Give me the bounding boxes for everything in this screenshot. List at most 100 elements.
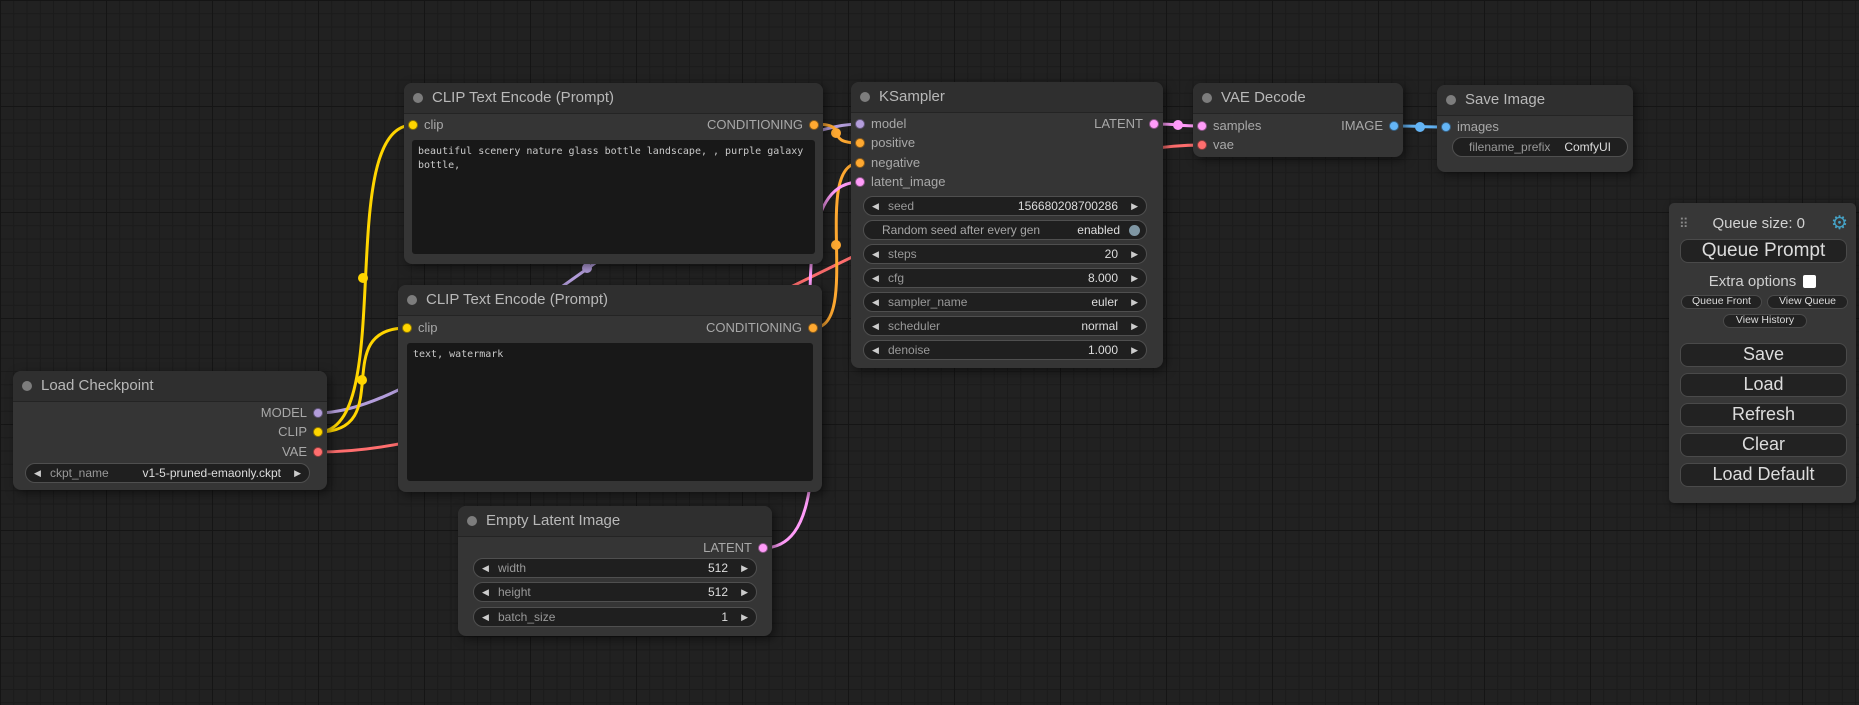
samples-input-slot[interactable] [1197,121,1207,131]
collapse-dot-icon[interactable] [22,381,32,391]
LATENT-output-slot[interactable] [1149,119,1159,129]
VAE-output-label: VAE [282,444,307,460]
decrement-arrow[interactable]: ◀ [482,559,489,577]
decrement-arrow[interactable]: ◀ [482,608,489,626]
increment-arrow[interactable]: ▶ [1131,269,1138,287]
negative-input-slot[interactable] [855,158,865,168]
increment-arrow[interactable]: ▶ [1131,341,1138,359]
node-vae-decode[interactable]: VAE DecodesamplesvaeIMAGE [1193,83,1403,157]
clear-button[interactable]: Clear [1680,433,1847,457]
increment-arrow[interactable]: ▶ [1131,293,1138,311]
node-title-bar[interactable]: CLIP Text Encode (Prompt) [404,83,823,114]
extra-options-checkbox[interactable] [1803,275,1816,288]
images-input-slot[interactable] [1441,122,1451,132]
toggle-knob[interactable] [1129,225,1140,236]
collapse-dot-icon[interactable] [407,295,417,305]
node-clip-text-encode-negative[interactable]: CLIP Text Encode (Prompt)clipCONDITIONIN… [398,285,822,492]
queue-prompt-button[interactable]: Queue Prompt [1680,239,1847,263]
LATENT-output-slot[interactable] [758,543,768,553]
model-input-slot[interactable] [855,119,865,129]
clip-input-slot[interactable] [408,120,418,130]
decrement-arrow[interactable]: ◀ [872,245,879,263]
widget-value: enabled [1077,221,1120,239]
increment-arrow[interactable]: ▶ [741,608,748,626]
queue-front-button[interactable]: Queue Front [1681,295,1762,309]
widget-seed[interactable]: ◀▶seed156680208700286 [863,196,1147,216]
MODEL-output-slot[interactable] [313,408,323,418]
node-title-bar[interactable]: Empty Latent Image [458,506,772,537]
node-title-bar[interactable]: VAE Decode [1193,83,1403,114]
node-title-bar[interactable]: CLIP Text Encode (Prompt) [398,285,822,316]
decrement-arrow[interactable]: ◀ [872,341,879,359]
node-clip-text-encode-positive[interactable]: CLIP Text Encode (Prompt)clipCONDITIONIN… [404,83,823,264]
prompt-textarea[interactable]: text, watermark [407,343,813,481]
increment-arrow[interactable]: ▶ [1131,317,1138,335]
VAE-output-slot[interactable] [313,447,323,457]
clip-input-label: clip [424,117,444,133]
CONDITIONING-output-slot[interactable] [809,120,819,130]
widget-filename-prefix[interactable]: filename_prefixComfyUI [1452,137,1628,157]
link-dot-conditioning-to-positive [831,128,841,138]
IMAGE-output-slot[interactable] [1389,121,1399,131]
view-queue-button[interactable]: View Queue [1767,295,1848,309]
samples-input-label: samples [1213,118,1261,134]
decrement-arrow[interactable]: ◀ [872,269,879,287]
collapse-dot-icon[interactable] [860,92,870,102]
node-title-bar[interactable]: Save Image [1437,85,1633,116]
widget-label: ckpt_name [50,464,109,482]
widget-scheduler[interactable]: ◀▶schedulernormal [863,316,1147,336]
link-dot-clip-to-positive-prompt [358,273,368,283]
increment-arrow[interactable]: ▶ [741,559,748,577]
decrement-arrow[interactable]: ◀ [872,293,879,311]
drag-handle-icon[interactable]: ⠿ [1679,217,1687,230]
node-ksampler[interactable]: KSamplermodelpositivenegativelatent_imag… [851,82,1163,368]
widget-label: Random seed after every gen [882,221,1040,239]
node-save-image[interactable]: Save Imageimagesfilename_prefixComfyUI [1437,85,1633,172]
widget-value: 1 [721,608,728,626]
node-title-bar[interactable]: Load Checkpoint [13,371,327,402]
positive-input-slot[interactable] [855,138,865,148]
settings-gear-icon[interactable]: ⚙ [1831,214,1848,233]
widget-width[interactable]: ◀▶width512 [473,558,757,578]
widget-batch-size[interactable]: ◀ ▶ batch_size 1 [473,607,757,627]
CLIP-output-slot[interactable] [313,427,323,437]
widget-label: batch_size [498,608,555,626]
collapse-dot-icon[interactable] [1202,93,1212,103]
save-button[interactable]: Save [1680,343,1847,367]
load-default-button[interactable]: Load Default [1680,463,1847,487]
widget-ckpt-name[interactable]: ◀▶ckpt_namev1-5-pruned-emaonly.ckpt [25,463,310,483]
widget-height[interactable]: ◀▶height512 [473,582,757,602]
node-title-label: KSampler [879,82,945,112]
node-canvas[interactable]: ⠿ Queue size: 0 ⚙ Queue Prompt Extra opt… [0,0,1859,705]
increment-arrow[interactable]: ▶ [1131,197,1138,215]
refresh-button[interactable]: Refresh [1680,403,1847,427]
clip-input-slot[interactable] [402,323,412,333]
decrement-arrow[interactable]: ◀ [872,317,879,335]
widget-cfg[interactable]: ◀▶cfg8.000 [863,268,1147,288]
increment-arrow[interactable]: ▶ [741,583,748,601]
widget-sampler-name[interactable]: ◀▶sampler_nameeuler [863,292,1147,312]
load-button[interactable]: Load [1680,373,1847,397]
node-empty-latent-image[interactable]: Empty Latent ImageLATENT◀▶width512◀▶heig… [458,506,772,636]
vae-input-slot[interactable] [1197,140,1207,150]
increment-arrow[interactable]: ▶ [294,464,301,482]
CONDITIONING-output-slot[interactable] [808,323,818,333]
widget-steps[interactable]: ◀▶steps20 [863,244,1147,264]
collapse-dot-icon[interactable] [1446,95,1456,105]
decrement-arrow[interactable]: ◀ [872,197,879,215]
collapse-dot-icon[interactable] [467,516,477,526]
view-history-button[interactable]: View History [1723,314,1807,328]
latent_image-input-slot[interactable] [855,177,865,187]
node-load-checkpoint[interactable]: Load CheckpointMODELCLIPVAE◀▶ckpt_namev1… [13,371,327,490]
increment-arrow[interactable]: ▶ [1131,245,1138,263]
LATENT-output-label: LATENT [703,540,752,556]
widget-label: filename_prefix [1469,138,1550,156]
queue-size-label: Queue size: 0 [1712,215,1805,232]
prompt-textarea[interactable]: beautiful scenery nature glass bottle la… [412,140,815,254]
decrement-arrow[interactable]: ◀ [34,464,41,482]
collapse-dot-icon[interactable] [413,93,423,103]
node-title-bar[interactable]: KSampler [851,82,1163,113]
decrement-arrow[interactable]: ◀ [482,583,489,601]
widget-random-seed-after-every-gen[interactable]: Random seed after every gen enabled [863,220,1147,240]
widget-denoise[interactable]: ◀▶denoise1.000 [863,340,1147,360]
